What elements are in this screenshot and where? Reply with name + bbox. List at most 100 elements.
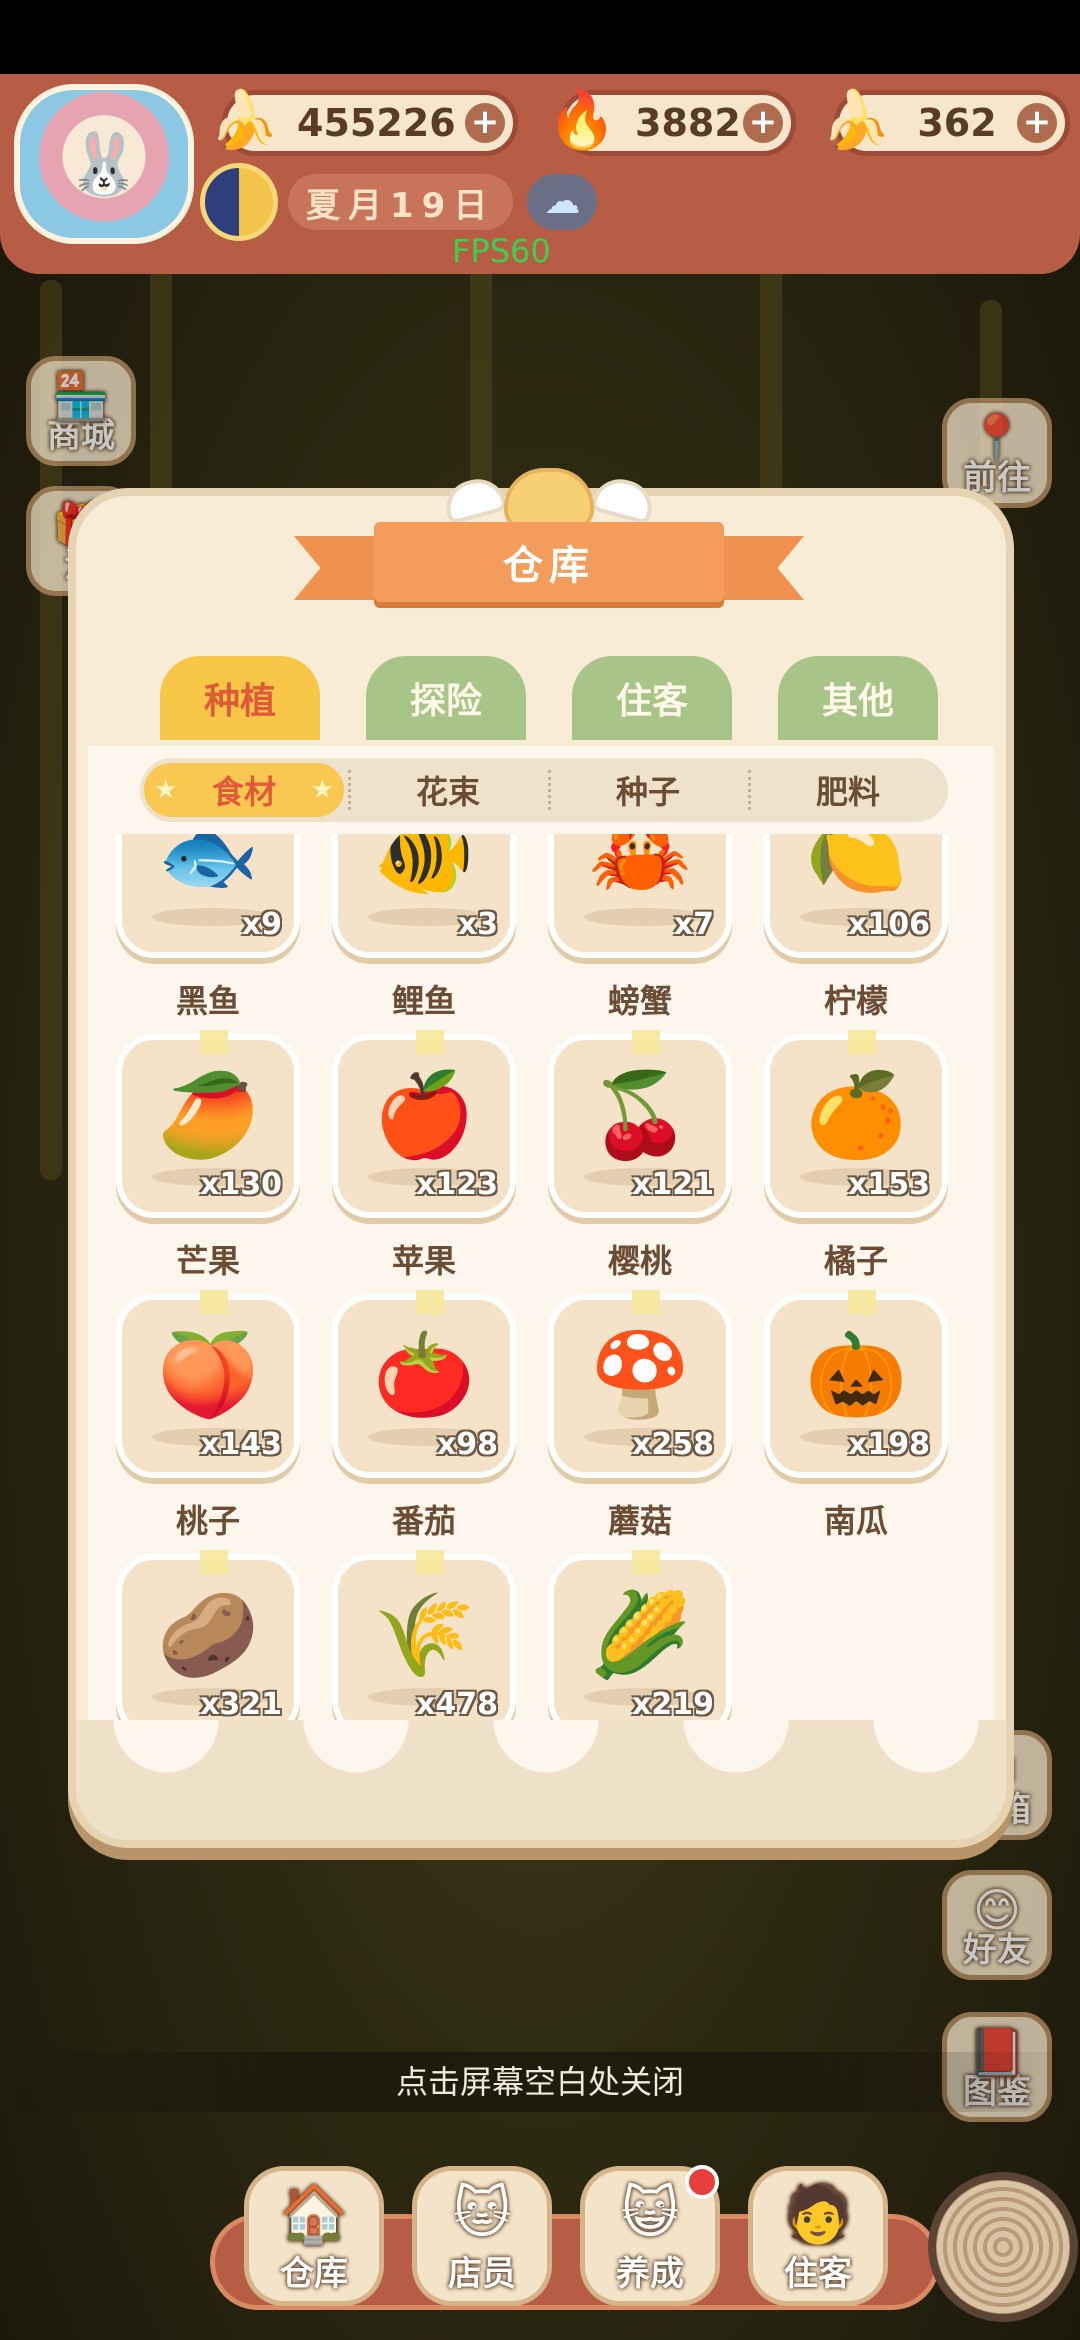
dialog-footer — [76, 1720, 1006, 1840]
subtab-ingredients-label: 食材 — [211, 773, 276, 811]
item-icon: 🍊 — [804, 1067, 908, 1163]
item-icon: 🥭 — [156, 1067, 260, 1163]
item-name: 黑鱼 — [175, 982, 240, 1020]
day-night-clock-icon — [200, 163, 278, 241]
cat-icon: 😺 — [620, 2181, 680, 2246]
item-name: 樱桃 — [607, 1242, 672, 1280]
blue-banana-currency: 🍌 362 + — [821, 88, 1070, 156]
item-name: 橘子 — [823, 1242, 888, 1280]
winged-cat-decoration-icon — [440, 458, 658, 530]
tab-other[interactable]: 其他 — [778, 656, 938, 740]
item-card[interactable]: 🐠 x3 — [332, 834, 516, 958]
yarn-ball-button[interactable] — [928, 2172, 1078, 2322]
nav-guests-label: 住客 — [784, 2254, 852, 2294]
item-count: x198 — [848, 1427, 930, 1462]
item-card[interactable]: 🦀 x7 — [548, 834, 732, 958]
blue-banana-count: 362 — [917, 101, 997, 145]
item-card[interactable]: 🥔 x321 — [116, 1550, 300, 1734]
tab-planting[interactable]: 种植 — [160, 656, 320, 740]
item-count: x98 — [436, 1427, 498, 1462]
item-count: x258 — [632, 1427, 714, 1462]
banana-currency: 🍌 455226 + — [209, 88, 518, 156]
subtab-seeds[interactable]: 种子 — [548, 758, 748, 822]
item-count: x121 — [632, 1167, 714, 1202]
item-card[interactable]: 🥭 x130 — [116, 1030, 300, 1218]
inventory-grid[interactable]: 🐟 x9 黑鱼 🐠 x3 鲤鱼 🦀 x7 螃蟹 🍋 x106 柠檬 🥭 x130 芒果 🍎 x123 苹果 🍒 x12… — [96, 834, 1002, 1734]
item-card[interactable]: 🎃 x198 — [764, 1290, 948, 1478]
friends-icon: 😊 — [973, 1883, 1021, 1937]
close-hint[interactable]: 点击屏幕空白处关闭 — [0, 2052, 1080, 2112]
warehouse-icon: 🏠 — [279, 2182, 349, 2247]
subtab-fertilizer[interactable]: 肥料 — [748, 758, 948, 822]
item-name: 鲤鱼 — [391, 982, 456, 1020]
item-card[interactable]: 🌽 x219 — [548, 1550, 732, 1734]
tape-decoration — [632, 1550, 660, 1574]
item-card[interactable]: 🍒 x121 — [548, 1030, 732, 1218]
item-name: 蘑菇 — [607, 1502, 672, 1540]
add-flame-button[interactable]: + — [743, 103, 783, 143]
map-pin-icon: 📍 — [968, 411, 1026, 465]
item-count: x123 — [416, 1167, 498, 1202]
item-card[interactable]: 🍄 x258 — [548, 1290, 732, 1478]
item-name: 桃子 — [175, 1502, 240, 1540]
flame-count: 3882 — [635, 101, 741, 145]
add-blue-banana-button[interactable]: + — [1017, 103, 1057, 143]
item-name: 南瓜 — [823, 1502, 888, 1540]
item-card[interactable]: 🌾 x478 — [332, 1550, 516, 1734]
item-name: 苹果 — [391, 1242, 456, 1280]
add-banana-button[interactable]: + — [465, 103, 505, 143]
item-count: x478 — [416, 1687, 498, 1722]
item-count: x321 — [200, 1687, 282, 1722]
tape-decoration — [200, 1030, 228, 1054]
tape-decoration — [416, 1550, 444, 1574]
item-card[interactable]: 🍋 x106 — [764, 834, 948, 958]
item-count: x106 — [848, 907, 930, 942]
title-ribbon: 仓库 — [294, 522, 804, 610]
tab-guests[interactable]: 住客 — [572, 656, 732, 740]
staff-icon: 🐱 — [452, 2181, 512, 2246]
item-card[interactable]: 🍎 x123 — [332, 1030, 516, 1218]
tape-decoration — [848, 1290, 876, 1314]
friends-button[interactable]: 😊 好友 — [942, 1870, 1052, 1980]
item-count: x7 — [673, 907, 714, 942]
item-count: x130 — [200, 1167, 282, 1202]
item-icon: 🍎 — [372, 1067, 476, 1163]
item-icon: 🍅 — [372, 1327, 476, 1423]
rain-cloud-icon[interactable]: ☁ — [527, 174, 598, 230]
item-icon: 🦀 — [588, 834, 692, 903]
item-count: x9 — [241, 907, 282, 942]
shop-icon: 🏪 — [52, 369, 110, 423]
warehouse-dialog: 仓库 种植 探险 住客 其他 食材 ★ 花束 种子 肥料 🐟 x9 黑鱼 🐠 x3 鲤鱼 🦀 x… — [68, 468, 1014, 1848]
nav-staff-label: 店员 — [448, 2254, 516, 2294]
item-card[interactable]: 🍅 x98 — [332, 1290, 516, 1478]
subtab-ingredients[interactable]: 食材 ★ — [144, 763, 344, 817]
blue-banana-icon: 🍌 — [821, 88, 891, 153]
banana-icon: 🍌 — [209, 88, 279, 153]
fps-counter: FPS60 — [452, 232, 551, 270]
item-icon: 🐟 — [156, 834, 260, 903]
player-avatar[interactable]: 🐰 — [14, 84, 194, 244]
subtab-bouquets[interactable]: 花束 — [348, 758, 548, 822]
item-name: 螃蟹 — [607, 982, 672, 1020]
item-icon: 🎃 — [804, 1327, 908, 1423]
nav-staff-button[interactable]: 🐱 店员 — [412, 2166, 552, 2306]
shop-button[interactable]: 🏪 商城 — [26, 356, 136, 466]
nav-guests-button[interactable]: 🧑 住客 — [748, 2166, 888, 2306]
tape-decoration — [200, 1550, 228, 1574]
nav-warehouse-button[interactable]: 🏠 仓库 — [244, 2166, 384, 2306]
dialog-title: 仓库 — [374, 522, 724, 602]
item-icon: 🌽 — [588, 1587, 692, 1683]
avatar-character-icon: 🐰 — [66, 129, 142, 200]
item-icon: 🍋 — [804, 834, 908, 903]
tape-decoration — [416, 1290, 444, 1314]
item-card[interactable]: 🍊 x153 — [764, 1030, 948, 1218]
item-count: x143 — [200, 1427, 282, 1462]
tab-adventure[interactable]: 探险 — [366, 656, 526, 740]
item-card[interactable]: 🍑 x143 — [116, 1290, 300, 1478]
nav-nurture-button[interactable]: 😺 养成 — [580, 2165, 720, 2306]
blue-flame-icon: 🔥 — [547, 88, 617, 153]
item-card[interactable]: 🐟 x9 — [116, 834, 300, 958]
banana-count: 455226 — [297, 101, 456, 145]
item-name: 柠檬 — [823, 982, 888, 1020]
notification-badge — [685, 2165, 719, 2199]
